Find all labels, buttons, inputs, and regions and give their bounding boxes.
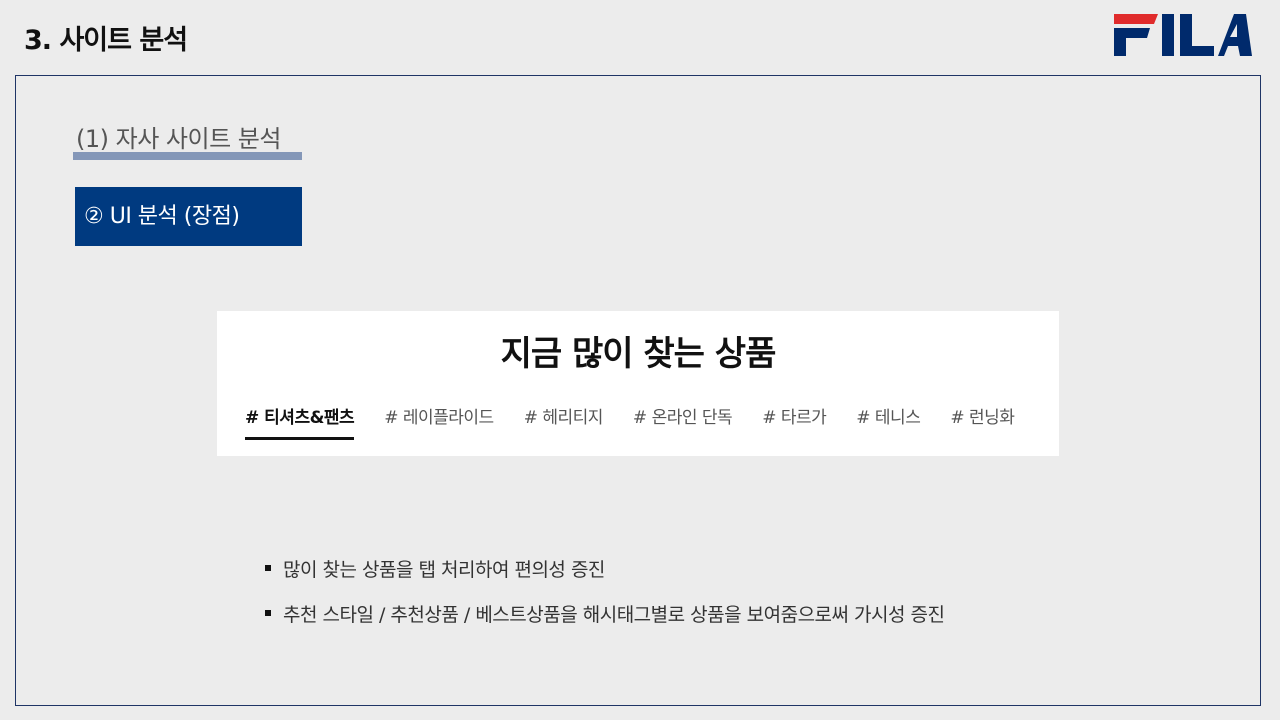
bullet-square-icon [265,610,271,616]
hashtag-tab-row: # 티셔츠&팬츠 # 레이플라이드 # 헤리티지 # 온라인 단독 # 타르가 … [245,403,1015,440]
list-item: 많이 찾는 상품을 탭 처리하여 편의성 증진 [265,553,945,583]
list-item: 추천 스타일 / 추천상품 / 베스트상품을 해시태그별로 상품을 보여줌으로써… [265,598,945,628]
tab-tennis[interactable]: # 테니스 [856,403,921,440]
bullet-text: 추천 스타일 / 추천상품 / 베스트상품을 해시태그별로 상품을 보여줌으로써… [283,603,945,626]
tab-running-shoes[interactable]: # 런닝화 [950,403,1015,440]
bullet-list: 많이 찾는 상품을 탭 처리하여 편의성 증진 추천 스타일 / 추천상품 / … [265,553,945,643]
tab-heritage[interactable]: # 헤리티지 [524,403,604,440]
bullet-square-icon [265,565,271,571]
tab-tshirts-pants[interactable]: # 티셔츠&팬츠 [245,403,355,440]
section-heading: (1) 자사 사이트 분석 [76,125,281,153]
fila-logo [1114,14,1252,56]
tab-targa[interactable]: # 타르가 [762,403,827,440]
capture-title: 지금 많이 찾는 상품 [500,334,777,374]
section-heading-underline [73,152,302,160]
tab-online-exclusive[interactable]: # 온라인 단독 [633,403,733,440]
analysis-point-label: ② UI 분석 (장점) [75,187,302,246]
slide-title: 3. 사이트 분석 [24,25,188,56]
fila-logo-mark [1114,14,1252,56]
bullet-text: 많이 찾는 상품을 탭 처리하여 편의성 증진 [283,558,605,581]
website-capture-panel: 지금 많이 찾는 상품 # 티셔츠&팬츠 # 레이플라이드 # 헤리티지 # 온… [217,311,1059,456]
tab-rayflide[interactable]: # 레이플라이드 [384,403,494,440]
